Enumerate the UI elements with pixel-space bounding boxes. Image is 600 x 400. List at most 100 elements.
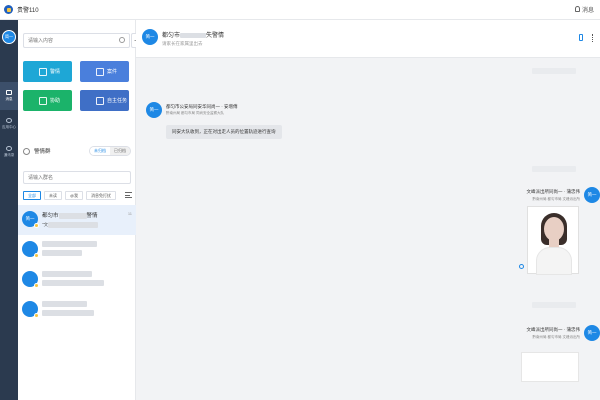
photo-attachment[interactable] <box>527 206 579 275</box>
list-item-title <box>42 301 132 307</box>
list-item-body <box>42 241 132 257</box>
filter-unread[interactable]: 未读 <box>44 191 62 200</box>
sender-org: 黔南州局 都匀市局 文峰派出所 <box>532 197 580 201</box>
section-title: 警情群 <box>34 149 51 155</box>
tile-label: 警情 <box>50 69 61 75</box>
group-icon <box>23 147 30 155</box>
nav-item-label: 消息 <box>5 97 13 101</box>
list-item[interactable]: 简一 都匀市 警情 11 "文 <box>18 205 136 235</box>
title-bar: 贵警110 消息 <box>0 0 600 20</box>
section-header: 警情群 未归档 已归档 <box>23 144 131 158</box>
chat-subtitle: 请家长在家属里出去 <box>162 41 203 46</box>
tile-case[interactable]: 案件 <box>80 61 129 82</box>
message-outgoing: 简一 文峰派出所同尚一 · 蒲忠伟 黔南州局 都匀市局 文峰派出所 <box>400 187 600 287</box>
redacted-text <box>42 301 87 307</box>
badge-icon <box>34 283 39 288</box>
case-icon <box>96 67 104 76</box>
tile-assist[interactable]: 协助 <box>23 90 72 111</box>
list-item-preview <box>42 310 132 317</box>
nav-item-label: 应用中心 <box>2 125 16 129</box>
chat-icon <box>6 90 12 95</box>
list-item[interactable] <box>18 265 136 295</box>
toggle-unarchived[interactable]: 未归档 <box>90 147 110 155</box>
toggle-archived[interactable]: 已归档 <box>110 147 130 155</box>
assist-icon <box>39 96 47 105</box>
avatar: 简一 <box>584 325 600 341</box>
chat-title-prefix: 都匀市 <box>162 33 181 39</box>
group-search-input[interactable] <box>28 172 128 183</box>
nav-item-contacts[interactable]: 通讯录 <box>0 138 18 166</box>
badge-icon <box>34 253 39 258</box>
tile-task[interactable]: 自主任务 <box>80 90 129 111</box>
nav-item-messages[interactable]: 消息 <box>0 82 18 110</box>
police-badge-icon <box>4 5 13 14</box>
filter-all[interactable]: 全部 <box>23 191 41 200</box>
message-bubble[interactable]: 同安大队收到，正在对出走人员的位置轨迹进行查询 <box>166 125 282 139</box>
photo-face <box>544 217 564 241</box>
title-suffix: 警情 <box>86 213 98 219</box>
read-status-icon <box>519 264 524 269</box>
user-icon <box>6 146 12 151</box>
badge-icon <box>34 223 39 228</box>
avatar[interactable]: 简一 <box>2 30 16 44</box>
search-box <box>23 33 130 48</box>
filter-muted[interactable]: 消息免打扰 <box>86 191 117 200</box>
list-item[interactable] <box>18 235 136 265</box>
chat-area: 简一 都匀市 失警情 请家长在家属里出去 简一 都匀市公安局同安华同尚一 · 安增… <box>136 20 600 400</box>
tile-label: 自主任务 <box>107 98 128 104</box>
tile-label: 案件 <box>107 69 118 75</box>
avatar <box>22 241 39 258</box>
group-search-box <box>23 171 131 184</box>
list-item-preview: "文 <box>42 222 132 228</box>
nav-item-label: 通讯录 <box>3 153 15 157</box>
tile-label: 协助 <box>50 98 61 104</box>
filter-menu-icon[interactable] <box>125 192 132 198</box>
file-attachment[interactable] <box>521 352 579 382</box>
avatar <box>22 301 39 318</box>
avatar: 简一 <box>146 102 162 118</box>
redacted-text <box>48 222 99 228</box>
sender-name: 文峰派出所同尚一 · 蒲忠伟 <box>526 327 581 332</box>
redacted-text <box>180 32 207 38</box>
list-item-preview <box>42 250 132 257</box>
nav-item-apps[interactable]: 应用中心 <box>0 110 18 138</box>
redacted-text <box>42 241 97 247</box>
redacted-text <box>42 280 104 287</box>
list-item-body <box>42 271 132 287</box>
more-icon[interactable] <box>592 34 594 42</box>
chat-title: 都匀市 失警情 <box>162 30 224 39</box>
left-nav: 简一 消息 应用中心 通讯录 <box>0 20 18 400</box>
search-input[interactable] <box>28 34 118 47</box>
message-outgoing: 简一 文峰派出所同尚一 · 蒲忠伟 黔南州局 都匀市局 文峰派出所 <box>400 325 600 400</box>
notifications-label[interactable]: 消息 <box>582 5 594 14</box>
avatar: 简一 <box>584 187 600 203</box>
task-icon <box>96 96 104 105</box>
avatar: 简一 <box>142 29 158 45</box>
search-icon[interactable] <box>119 37 125 43</box>
conversation-panel: + 警情 案件 协助 自主任务 警情群 未归档 已归档 全部 未读 @ <box>18 20 142 400</box>
list-item-body <box>42 301 132 317</box>
title-prefix: 都匀市 <box>42 213 59 219</box>
shield-icon <box>6 118 12 123</box>
badge-icon <box>34 313 39 318</box>
avatar <box>22 271 39 288</box>
archive-toggle[interactable]: 未归档 已归档 <box>89 146 131 156</box>
bell-icon[interactable] <box>575 6 580 12</box>
tile-alarm[interactable]: 警情 <box>23 61 72 82</box>
list-item-title <box>42 241 132 247</box>
redacted-timestamp <box>532 68 576 74</box>
phone-icon[interactable] <box>579 34 583 41</box>
chat-title-suffix: 失警情 <box>206 33 225 39</box>
redacted-text <box>42 250 82 257</box>
redacted-text <box>58 212 87 219</box>
filter-mentions[interactable]: @我 <box>65 191 84 200</box>
sender-name: 文峰派出所同尚一 · 蒲忠伟 <box>526 189 581 194</box>
list-item-body: 都匀市 警情 11 "文 <box>42 211 132 228</box>
avatar-text: 简一 <box>25 216 35 221</box>
chat-header: 简一 都匀市 失警情 请家长在家属里出去 <box>136 20 600 58</box>
list-item[interactable] <box>18 295 136 325</box>
alarm-icon <box>39 67 47 76</box>
redacted-text <box>42 310 94 317</box>
sender-org: 黔南州局 都匀市局 文峰派出所 <box>532 335 580 339</box>
sender-org: 黔南州局 都匀市局 同尚安全监察大队 <box>166 111 224 115</box>
